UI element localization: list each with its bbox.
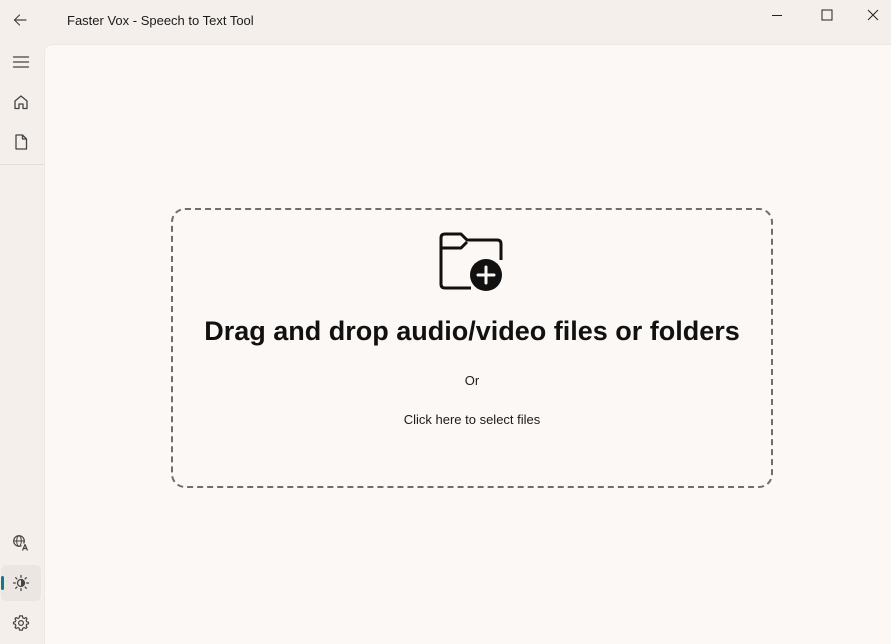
arrow-left-icon [13,14,27,26]
sidebar-divider [0,164,44,165]
close-button[interactable] [850,0,891,30]
app-title: Faster Vox - Speech to Text Tool [67,13,254,28]
selection-indicator [1,576,4,590]
nav-item-settings[interactable] [1,605,41,641]
home-icon [14,95,28,110]
document-icon [15,134,28,150]
folder-add-icon [439,232,503,291]
brightness-icon [12,574,30,592]
navigation-sidebar [0,44,44,643]
minimize-icon [772,15,782,16]
gear-icon [12,615,30,631]
title-bar: Faster Vox - Speech to Text Tool [0,0,891,44]
nav-item-theme[interactable] [1,565,41,601]
close-icon [867,9,879,21]
maximize-button[interactable] [804,0,850,30]
main-content: Drag and drop audio/video files or folde… [44,44,891,644]
nav-menu-toggle[interactable] [1,44,41,80]
minimize-button[interactable] [754,0,800,30]
hamburger-menu-icon [12,56,30,68]
nav-item-language[interactable] [1,525,41,561]
maximize-icon [821,9,833,21]
select-files-link[interactable]: Click here to select files [173,412,771,427]
or-separator-text: Or [464,373,480,388]
back-button[interactable] [0,0,40,40]
nav-item-home[interactable] [1,84,41,120]
nav-item-files[interactable] [1,124,41,160]
file-drop-zone[interactable]: Drag and drop audio/video files or folde… [171,208,773,488]
translate-icon [13,535,29,551]
drop-zone-heading: Drag and drop audio/video files or folde… [204,316,740,346]
